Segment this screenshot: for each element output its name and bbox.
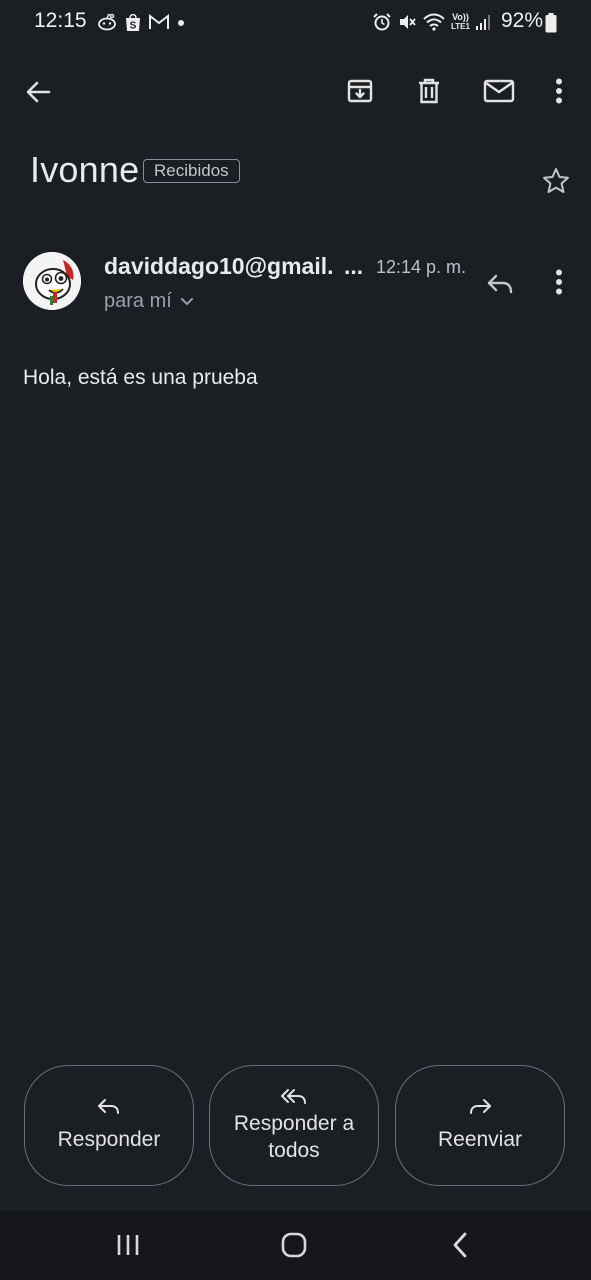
delete-icon [415,77,443,105]
shopee-icon: S [124,12,142,32]
email-time: 12:14 p. m. [376,257,467,277]
reply-all-button[interactable]: Responder a todos [209,1065,379,1186]
status-time: 12:15 [34,9,87,32]
svg-text:S: S [130,21,137,32]
back-button[interactable] [18,72,58,112]
nav-back-button[interactable] [436,1225,484,1265]
inbox-label-chip[interactable]: Recibidos [143,159,240,183]
home-icon [280,1231,308,1259]
more-options-button[interactable] [540,71,578,111]
reply-all-icon [280,1088,308,1106]
reply-label: Responder [57,1128,161,1151]
recent-apps-icon [115,1233,141,1257]
nav-back-icon [451,1231,469,1259]
gmail-icon [148,13,170,31]
reply-all-label-line1: Responder a [233,1111,355,1135]
dot-icon [176,17,186,27]
mark-unread-icon [483,77,515,105]
star-button[interactable] [536,161,576,201]
reply-all-label-line2: todos [268,1138,320,1162]
status-bar: 12:15 S Vo)) LTE1 92% [0,0,591,44]
system-navigation-bar [0,1211,591,1280]
mute-icon [397,12,417,32]
archive-button[interactable] [340,71,380,111]
reply-icon-button[interactable] [480,264,520,304]
email-subject: Ivonne [30,149,140,190]
volte-icon: Vo)) LTE1 [451,12,470,32]
system-icons: Vo)) LTE1 [372,12,491,32]
reply-icon [97,1098,121,1116]
forward-icon [468,1098,492,1116]
sender-avatar[interactable] [23,252,81,310]
forward-label: Reenviar [437,1128,523,1151]
sender-email[interactable]: daviddago10@gmail. [104,253,366,280]
home-button[interactable] [270,1225,318,1265]
sender-ellipsis: ... [344,253,364,279]
battery-icon [545,13,557,33]
wifi-icon [422,12,446,32]
lte-label: LTE1 [451,22,470,31]
chevron-down-icon [180,297,194,307]
more-vert-icon [555,269,563,295]
recipient-toggle[interactable]: para mí [104,290,194,313]
reddit-icon [96,13,118,31]
forward-button[interactable]: Reenviar [395,1065,565,1186]
mark-unread-button[interactable] [478,71,520,111]
reply-all-label: Responder a todos [234,1110,354,1164]
star-icon [541,166,571,196]
delete-button[interactable] [409,71,449,111]
back-arrow-icon [24,78,52,106]
alarm-icon [372,12,392,32]
battery-percent: 92% [501,9,544,32]
more-vert-icon [555,78,563,104]
recent-apps-button[interactable] [104,1225,152,1265]
volte-label: Vo)) [452,12,469,22]
email-body: Hola, está es una prueba [23,366,258,389]
reply-button[interactable]: Responder [24,1065,194,1186]
reply-icon [486,273,514,295]
signal-icon [475,13,491,31]
message-more-button[interactable] [540,262,578,302]
notification-icons: S [96,12,186,32]
archive-icon [346,77,374,105]
recipient-label: para mí [104,290,172,312]
